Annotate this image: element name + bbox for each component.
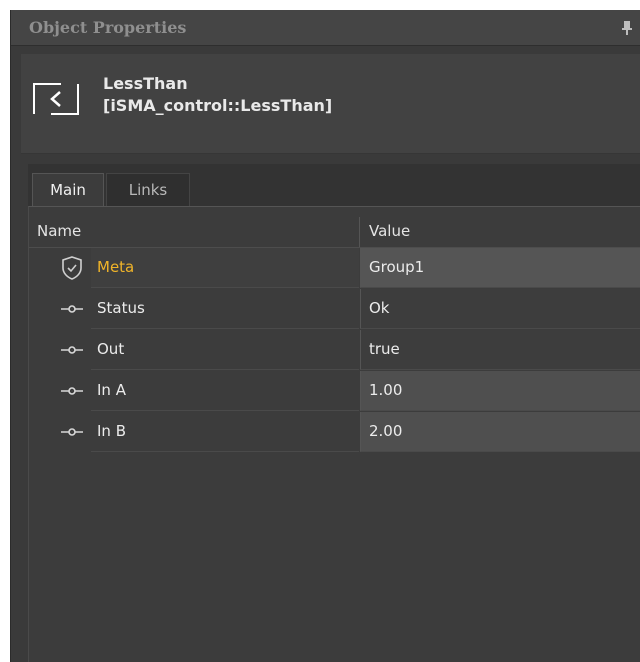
slot-icon xyxy=(59,336,85,364)
property-row-in-a[interactable]: In A 1.00 xyxy=(29,371,640,412)
property-row-out[interactable]: Out true xyxy=(29,330,640,371)
property-row-meta[interactable]: Meta Group1 xyxy=(29,248,640,289)
property-value-field[interactable]: 2.00 xyxy=(360,412,640,452)
property-value: 1.00 xyxy=(369,381,403,399)
back-button[interactable] xyxy=(31,74,81,124)
property-name: Status xyxy=(97,299,145,317)
property-value: Ok xyxy=(369,299,390,317)
tab-bar: Main Links xyxy=(28,164,640,206)
property-value-field: true xyxy=(360,330,640,370)
property-row-status[interactable]: Status Ok xyxy=(29,289,640,330)
column-divider[interactable] xyxy=(359,217,360,247)
property-value-field[interactable]: 1.00 xyxy=(360,371,640,411)
property-name: Out xyxy=(97,340,125,358)
property-name: In A xyxy=(97,381,126,399)
property-grid: Name Value Meta Group1 Status Ok Out tru… xyxy=(28,206,640,662)
column-header-name[interactable]: Name xyxy=(37,222,81,240)
property-row-in-b[interactable]: In B 2.00 xyxy=(29,412,640,453)
slot-icon xyxy=(59,418,85,446)
slot-icon xyxy=(59,377,85,405)
tab-links[interactable]: Links xyxy=(106,173,190,206)
property-value-field[interactable]: Group1 xyxy=(360,248,640,288)
property-value: true xyxy=(369,340,400,358)
object-name: LessThan xyxy=(103,74,188,93)
property-name: In B xyxy=(97,422,126,440)
panel-title: Object Properties xyxy=(29,18,187,37)
object-header: LessThan [iSMA_control::LessThan] xyxy=(21,54,640,154)
object-type: [iSMA_control::LessThan] xyxy=(103,96,333,115)
property-name: Meta xyxy=(97,258,135,276)
pin-icon[interactable] xyxy=(621,20,633,36)
object-properties-panel: Object Properties LessThan [iSMA_control… xyxy=(10,10,640,662)
shield-icon xyxy=(59,254,85,282)
property-value-field: Ok xyxy=(360,289,640,329)
grid-header: Name Value xyxy=(29,217,640,248)
back-arrow-icon xyxy=(33,83,79,115)
panel-title-bar: Object Properties xyxy=(11,10,640,46)
property-value: Group1 xyxy=(369,258,425,276)
tab-main[interactable]: Main xyxy=(32,173,104,206)
column-header-value[interactable]: Value xyxy=(369,222,410,240)
property-value: 2.00 xyxy=(369,422,403,440)
slot-icon xyxy=(59,295,85,323)
